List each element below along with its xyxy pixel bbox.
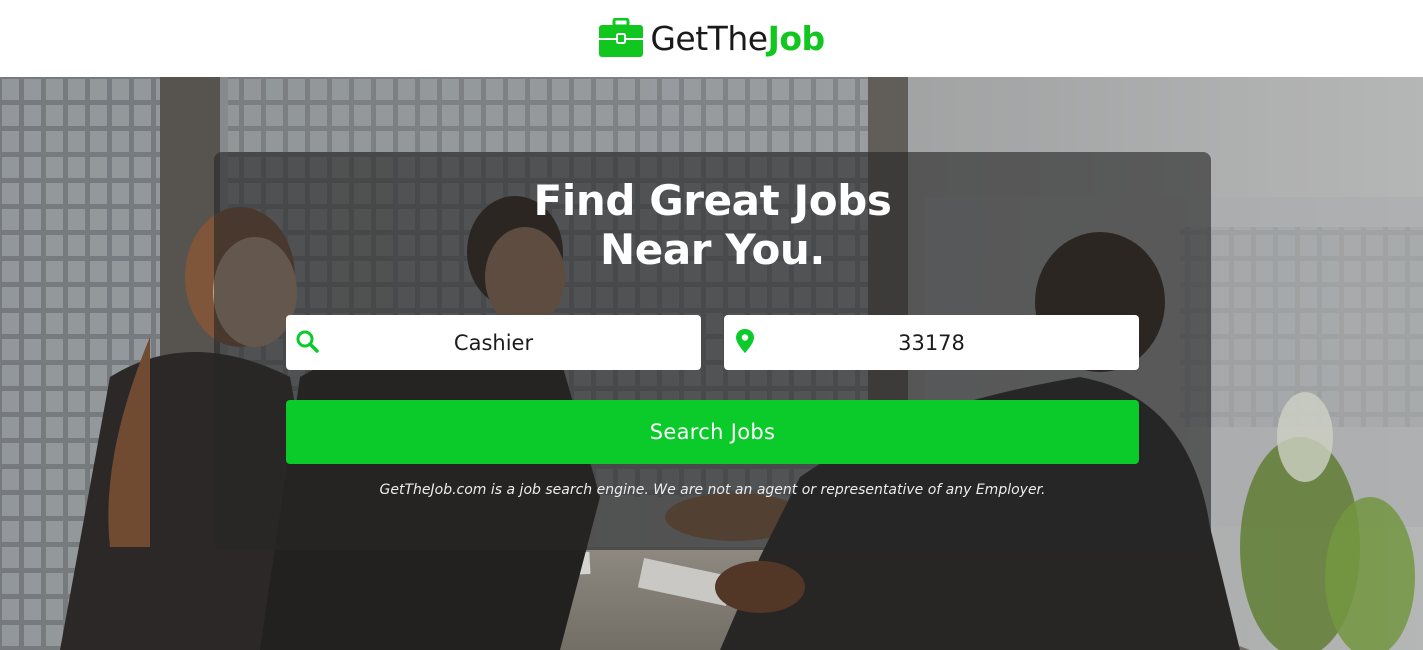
logo-text-part1: GetThe <box>650 18 768 58</box>
headline-line-2: Near You. <box>600 225 825 274</box>
map-pin-icon <box>736 329 754 353</box>
site-header: GetTheJob <box>0 0 1423 77</box>
logo-wordmark: GetTheJob <box>650 18 826 58</box>
site-logo[interactable]: GetTheJob <box>598 18 826 58</box>
disclaimer-text: GetTheJob.com is a job search engine. We… <box>379 482 1046 498</box>
hero-headline: Find Great Jobs Near You. <box>214 176 1211 274</box>
search-icon <box>296 330 319 353</box>
headline-line-1: Find Great Jobs <box>533 176 892 225</box>
search-jobs-button[interactable]: Search Jobs <box>286 400 1139 464</box>
job-title-input[interactable] <box>286 315 701 370</box>
location-search-field[interactable] <box>724 315 1139 370</box>
briefcase-icon <box>599 18 644 57</box>
logo-text-part2: Job <box>767 18 826 58</box>
job-search-field[interactable] <box>286 315 701 370</box>
location-input[interactable] <box>724 315 1139 370</box>
